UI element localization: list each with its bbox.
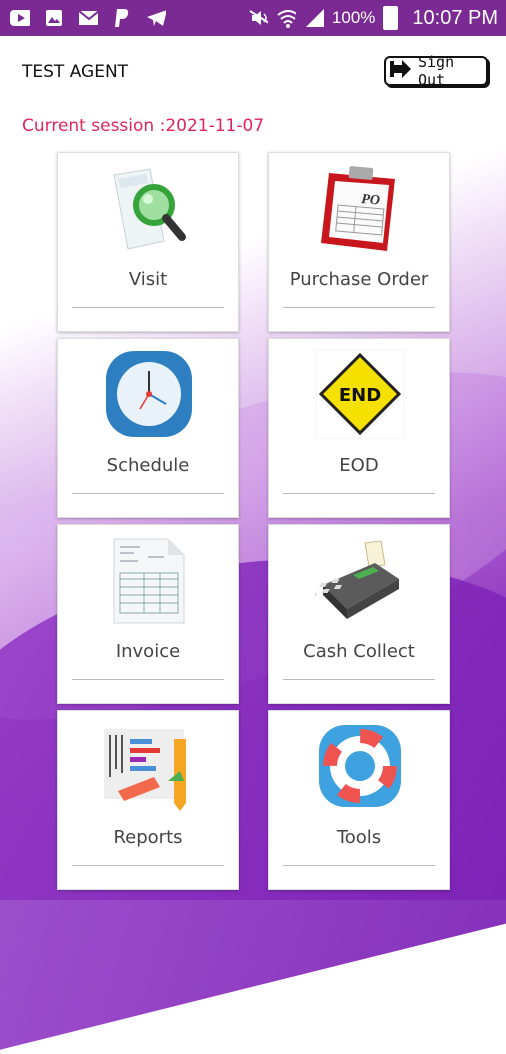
tile-label: EOD	[339, 455, 379, 476]
purchase-order-clipboard-icon: PO	[315, 163, 405, 253]
tile-label: Invoice	[115, 641, 181, 662]
tile-tools[interactable]: Tools	[268, 710, 450, 890]
clock-time: 10:07 PM	[412, 6, 498, 29]
card-terminal-icon	[306, 535, 405, 625]
visit-magnifier-icon	[104, 163, 194, 253]
tile-eod[interactable]: END EOD	[268, 338, 450, 518]
mute-icon	[248, 9, 268, 27]
tile-divider	[72, 307, 224, 308]
invoice-document-icon	[104, 535, 194, 625]
svg-text:PO: PO	[361, 192, 381, 209]
tile-divider	[283, 307, 435, 308]
agent-name: TEST AGENT	[22, 62, 129, 82]
lifebuoy-icon	[315, 721, 405, 811]
tile-invoice[interactable]: Invoice	[57, 524, 239, 704]
tile-divider	[283, 679, 435, 680]
tile-visit[interactable]: Visit	[57, 152, 239, 332]
tile-divider	[72, 679, 224, 680]
tile-label: Visit	[128, 269, 168, 290]
sign-out-label: Sign Out	[418, 53, 455, 89]
end-sign-icon: END	[314, 348, 406, 440]
tile-label: Schedule	[106, 455, 190, 476]
reports-chart-icon	[104, 721, 194, 811]
current-session: Current session :2021-11-07	[22, 116, 265, 136]
tile-label: Purchase Order	[289, 269, 429, 290]
mail-icon	[78, 9, 98, 27]
status-bar: 100% 10:07 PM	[0, 0, 506, 36]
svg-text:END: END	[339, 385, 381, 406]
tile-label: Tools	[336, 827, 382, 848]
signal-icon	[304, 9, 324, 27]
tile-divider	[283, 865, 435, 866]
tile-divider	[72, 493, 224, 494]
sign-out-button[interactable]: Sign Out	[384, 53, 488, 89]
wifi-icon	[276, 9, 296, 28]
tile-divider	[283, 493, 435, 494]
tile-label: Reports	[113, 827, 183, 848]
tile-label: Cash Collect	[303, 641, 415, 662]
tile-cash-collect[interactable]: Cash Collect	[268, 524, 450, 704]
clock-icon	[104, 349, 194, 439]
tile-divider	[72, 865, 224, 866]
tile-schedule[interactable]: Schedule	[57, 338, 239, 518]
telegram-icon	[146, 9, 166, 27]
youtube-icon	[10, 9, 30, 27]
battery-percent: 100%	[331, 8, 376, 27]
tile-reports[interactable]: Reports	[57, 710, 239, 890]
battery-icon	[383, 6, 399, 30]
sign-out-icon	[390, 59, 412, 83]
paypal-icon	[112, 9, 132, 27]
gallery-icon	[44, 9, 64, 27]
tile-purchase-order[interactable]: PO Purchase Order	[268, 152, 450, 332]
